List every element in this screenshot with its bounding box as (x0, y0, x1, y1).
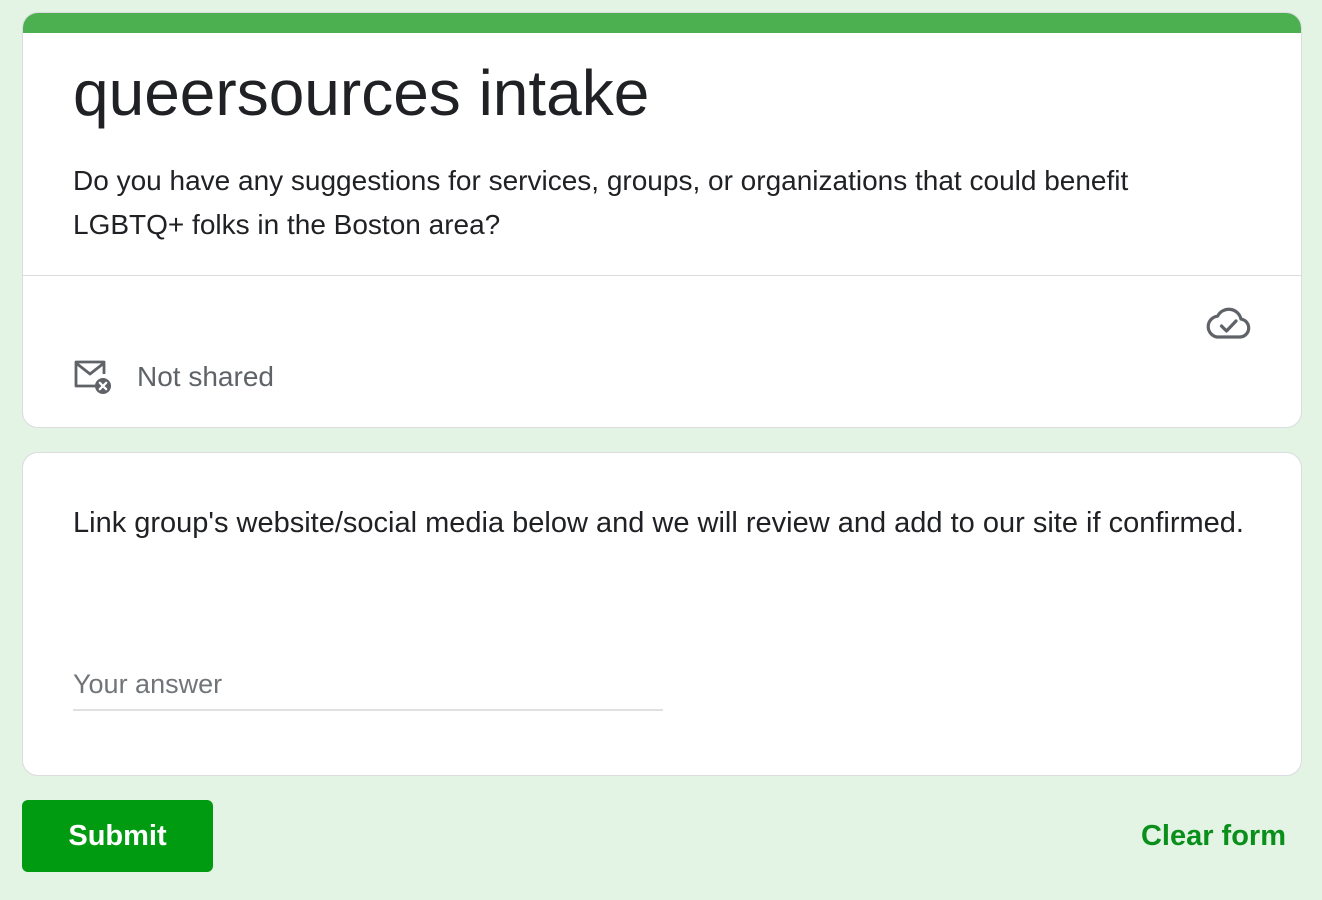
form-title: queersources intake (73, 57, 650, 129)
question-text: Link group's website/social media below … (73, 507, 1244, 539)
not-shared-label: Not shared (137, 361, 274, 392)
accent-bar (23, 13, 1301, 33)
mail-x-icon (74, 360, 111, 394)
cloud-check-icon (1206, 307, 1251, 339)
submit-button[interactable]: Submit (22, 800, 213, 872)
clear-form-button[interactable]: Clear form (1141, 812, 1286, 860)
divider (23, 275, 1301, 276)
form-header-card: queersources intake Do you have any sugg… (22, 12, 1302, 428)
answer-input[interactable] (73, 659, 663, 711)
form-page: queersources intake Do you have any sugg… (0, 0, 1322, 900)
email-sharing-status: Not shared (73, 357, 274, 397)
form-description: Do you have any suggestions for services… (73, 165, 1129, 240)
question-card: Link group's website/social media below … (22, 452, 1302, 776)
